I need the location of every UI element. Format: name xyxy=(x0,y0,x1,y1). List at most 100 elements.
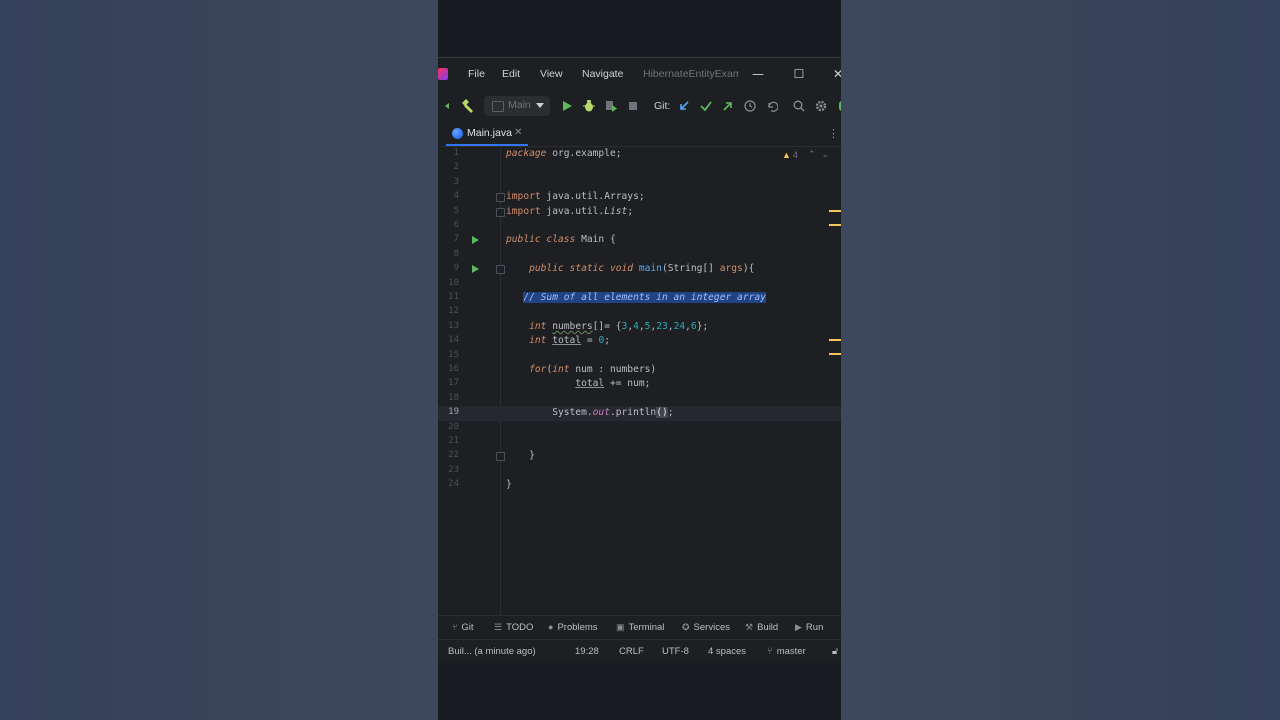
menu-navigate[interactable]: Navigate xyxy=(582,68,623,80)
code-line[interactable]: 2 xyxy=(438,161,841,175)
code-line[interactable]: 23 xyxy=(438,464,841,478)
maximize-button[interactable]: ☐ xyxy=(789,64,809,84)
code-line[interactable]: 3 xyxy=(438,176,841,190)
run-with-coverage-icon[interactable] xyxy=(602,97,620,115)
tool-window-todo[interactable]: ☰ TODO xyxy=(494,622,533,633)
fold-marker-icon[interactable] xyxy=(496,193,505,203)
code-text: for(int num : numbers) xyxy=(529,364,657,375)
stop-icon[interactable] xyxy=(624,97,642,115)
run-gutter-icon[interactable] xyxy=(472,236,479,245)
code-line[interactable]: 5 import java.util.List; xyxy=(438,205,841,219)
code-line[interactable]: 8 xyxy=(438,248,841,262)
tool-window-build[interactable]: ⚒ Build xyxy=(745,622,778,633)
build-hammer-icon[interactable] xyxy=(458,97,476,115)
caret-position[interactable]: 19:28 xyxy=(575,646,599,657)
code-line[interactable]: 7 public class Main { xyxy=(438,233,841,247)
code-line[interactable]: 17 total += num; xyxy=(438,377,841,391)
menu-edit[interactable]: Edit xyxy=(502,68,520,80)
tool-window-run[interactable]: ▶ Run xyxy=(795,622,823,633)
line-number: 1 xyxy=(453,148,459,158)
code-line[interactable]: 1 package org.example; xyxy=(438,147,841,161)
tool-window-services[interactable]: ✪ Services xyxy=(682,622,730,633)
search-icon[interactable] xyxy=(790,97,808,115)
line-number: 4 xyxy=(453,191,459,202)
tool-window-terminal[interactable]: ▣ Terminal xyxy=(616,622,664,633)
git-commit-check-icon[interactable] xyxy=(697,97,715,115)
current-code-line[interactable]: 19 System.out.println(); xyxy=(438,406,841,421)
intellij-logo-icon[interactable] xyxy=(438,68,448,80)
code-line[interactable]: 20 xyxy=(438,421,841,435)
settings-gear-icon[interactable] xyxy=(812,97,830,115)
code-line[interactable]: 14 int total = 0; xyxy=(438,334,841,348)
code-line[interactable]: 12 xyxy=(438,305,841,319)
lock-icon[interactable]: 🔓︎ xyxy=(832,646,838,657)
code-line[interactable]: 16 for(int num : numbers) xyxy=(438,363,841,377)
git-update-icon[interactable] xyxy=(675,97,693,115)
code-text: total += num; xyxy=(575,378,651,390)
code-editor[interactable]: ▲ 4 ⌃⌄ 1 package org.example; 2 3 4 impor… xyxy=(438,147,841,615)
tool-window-bar: ⑂ Git ☰ TODO ● Problems ▣ Terminal ✪ Services… xyxy=(438,615,841,640)
terminal-icon: ▣ xyxy=(616,622,625,632)
close-tab-icon[interactable]: ✕ xyxy=(514,127,522,138)
tab-main-java[interactable]: Main.java ✕ xyxy=(446,122,528,146)
video-frame: File Edit View Navigate HibernateEntityE… xyxy=(438,0,841,720)
plugin-update-icon[interactable] xyxy=(834,97,841,115)
line-number: 20 xyxy=(448,421,459,432)
line-number: 8 xyxy=(453,248,459,259)
tab-label: Main.java xyxy=(467,127,512,139)
git-branch-icon: ⑂ xyxy=(767,646,773,657)
file-encoding[interactable]: UTF-8 xyxy=(662,646,689,657)
code-line[interactable]: 10 xyxy=(438,277,841,291)
todo-icon: ☰ xyxy=(494,622,503,632)
code-line[interactable]: 9 public static void main(String[] args)… xyxy=(438,262,841,276)
editor-tab-bar: Main.java ✕ ⋮ xyxy=(438,122,841,147)
code-line[interactable]: 21 xyxy=(438,435,841,449)
build-status[interactable]: Buil... (a minute ago) xyxy=(448,646,536,657)
line-number: 14 xyxy=(448,335,459,346)
fold-marker-icon[interactable] xyxy=(496,452,505,462)
run-icon: ▶ xyxy=(795,622,802,632)
line-number: 10 xyxy=(448,277,459,288)
menu-view[interactable]: View xyxy=(540,68,563,80)
main-toolbar: Main Git: xyxy=(438,90,841,122)
debug-bug-icon[interactable] xyxy=(580,97,598,115)
code-text: int total = 0; xyxy=(529,335,610,347)
fold-marker-icon[interactable] xyxy=(496,207,505,217)
git-branch-widget[interactable]: ⑂ master xyxy=(767,646,806,657)
status-bar: Buil... (a minute ago) 19:28 CRLF UTF-8 … xyxy=(438,639,841,663)
code-line[interactable]: 18 xyxy=(438,392,841,406)
code-text: System.out.println(); xyxy=(506,407,674,419)
code-line[interactable]: 22 } xyxy=(438,449,841,463)
git-label: Git: xyxy=(654,100,671,112)
line-number: 19 xyxy=(448,407,459,418)
tool-window-git[interactable]: ⑂ Git xyxy=(452,622,474,633)
run-config-label: Main xyxy=(508,99,531,111)
tool-window-label: Terminal xyxy=(628,622,665,633)
menu-file[interactable]: File xyxy=(468,68,485,80)
code-line[interactable]: 24 } xyxy=(438,478,841,492)
git-push-icon[interactable] xyxy=(719,97,737,115)
fold-marker-icon[interactable] xyxy=(496,265,505,275)
close-window-button[interactable]: ✕ xyxy=(828,64,841,84)
run-gutter-icon[interactable] xyxy=(472,265,479,274)
code-line[interactable]: 11 // Sum of all elements in an integer … xyxy=(438,291,841,305)
title-bar: File Edit View Navigate HibernateEntityE… xyxy=(438,57,841,91)
branch-name: master xyxy=(776,646,806,657)
code-line[interactable]: 6 xyxy=(438,219,841,233)
code-line[interactable]: 4 import java.util.Arrays; xyxy=(438,190,841,204)
back-arrow-icon[interactable] xyxy=(438,97,456,115)
history-clock-icon[interactable] xyxy=(741,97,759,115)
code-text: } xyxy=(506,479,512,491)
ide-window: File Edit View Navigate HibernateEntityE… xyxy=(438,57,841,663)
code-line[interactable]: 15 xyxy=(438,349,841,363)
run-configuration-selector[interactable]: Main xyxy=(484,96,550,116)
minimize-button[interactable]: — xyxy=(748,64,768,84)
indent-setting[interactable]: 4 spaces xyxy=(708,646,746,657)
tool-window-problems[interactable]: ● Problems xyxy=(548,622,598,633)
run-icon[interactable] xyxy=(558,97,576,115)
more-tabs-icon[interactable]: ⋮ xyxy=(828,127,839,140)
line-separator[interactable]: CRLF xyxy=(619,646,644,657)
code-line[interactable]: 13 int numbers[]= {3,4,5,23,24,6}; xyxy=(438,320,841,334)
rollback-icon[interactable] xyxy=(763,97,781,115)
letterbox-top xyxy=(438,0,841,57)
